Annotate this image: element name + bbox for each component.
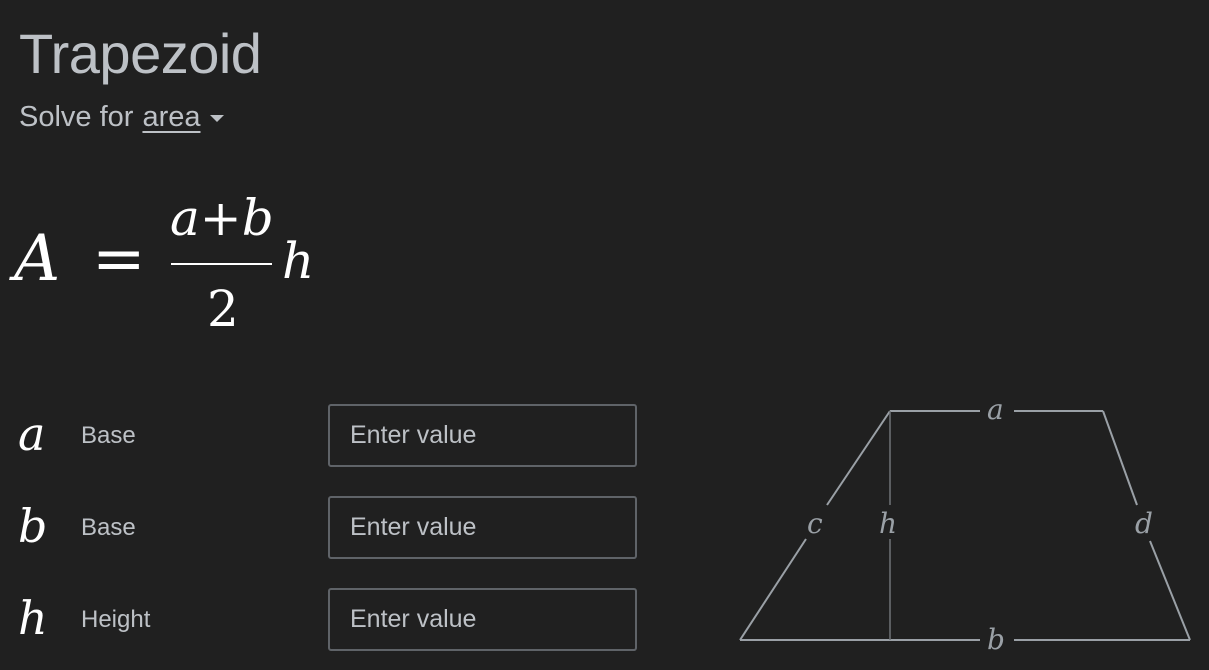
area-formula: A = a+b 2 h bbox=[9, 189, 314, 338]
label-d: d bbox=[1135, 507, 1153, 540]
right-leg-lower bbox=[1149, 540, 1191, 641]
trapezoid-diagram: a b c h d bbox=[739, 395, 1191, 656]
variable-symbol: b bbox=[18, 499, 48, 553]
left-leg-lower bbox=[739, 538, 807, 641]
solve-for-prefix: Solve for bbox=[19, 101, 134, 133]
base-b-input[interactable] bbox=[328, 496, 637, 559]
input-row-h: h Height bbox=[0, 588, 660, 652]
right-leg-upper bbox=[1102, 410, 1138, 506]
height-input[interactable] bbox=[328, 588, 637, 651]
variable-label: Base bbox=[81, 514, 136, 541]
label-c: c bbox=[807, 507, 823, 540]
dropdown-caret-icon[interactable] bbox=[209, 114, 224, 122]
label-h: h bbox=[879, 507, 897, 540]
variable-symbol: h bbox=[18, 591, 48, 645]
formula-numerator: a+b bbox=[170, 189, 274, 247]
left-leg-upper bbox=[826, 410, 891, 506]
page-title: Trapezoid bbox=[19, 22, 262, 85]
variable-symbol: a bbox=[18, 407, 46, 461]
solve-for-value[interactable]: area bbox=[142, 99, 200, 135]
variable-label: Height bbox=[81, 606, 151, 633]
variable-label: Base bbox=[81, 422, 136, 449]
input-row-a: a Base bbox=[0, 404, 660, 468]
base-a-input[interactable] bbox=[328, 404, 637, 467]
input-row-b: b Base bbox=[0, 496, 660, 560]
formula-denominator: 2 bbox=[207, 280, 239, 338]
solve-for-selector[interactable]: Solve for area bbox=[19, 99, 224, 135]
formula-equals: = bbox=[92, 222, 146, 296]
label-b: b bbox=[987, 623, 1005, 656]
label-a: a bbox=[987, 395, 1004, 426]
formula-factor: h bbox=[282, 232, 314, 290]
formula-lhs: A bbox=[9, 222, 60, 296]
